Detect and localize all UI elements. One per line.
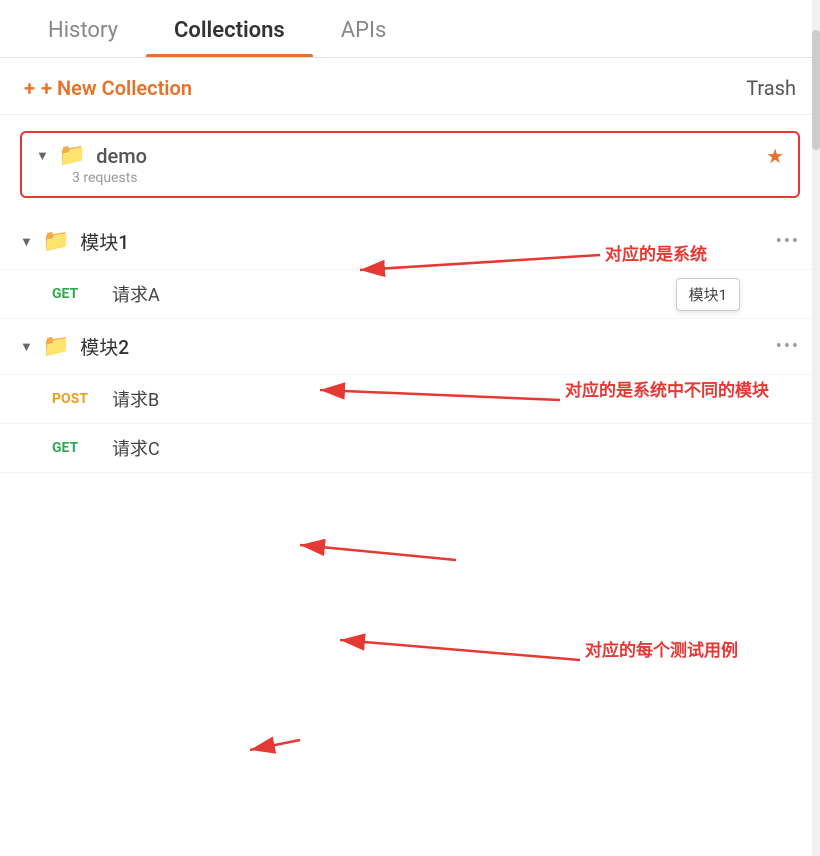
- more-options-icon[interactable]: •••: [776, 336, 800, 357]
- scrollbar[interactable]: [812, 0, 820, 856]
- tab-history-label: History: [48, 18, 118, 43]
- folder-icon: 📁: [43, 229, 70, 254]
- chevron-down-icon: ▼: [36, 148, 49, 164]
- module-2-item: ▼ 📁 模块2 •••: [0, 319, 820, 375]
- module1-tooltip: 模块1: [676, 278, 740, 311]
- tab-collections[interactable]: Collections: [146, 0, 313, 57]
- app-container: History Collections APIs + + New Collect…: [0, 0, 820, 856]
- collections-list: ▼ 📁 demo ★ 3 requests ▼ 📁 模块1 ••• GET 请求…: [0, 131, 820, 473]
- plus-icon: +: [24, 76, 35, 100]
- action-bar: + + New Collection Trash: [0, 58, 820, 115]
- module-2-name: 模块2: [80, 333, 765, 360]
- method-badge-get: GET: [52, 440, 96, 456]
- folder-icon: 📁: [59, 143, 86, 168]
- demo-collection-name: demo: [96, 144, 756, 168]
- star-icon[interactable]: ★: [766, 144, 784, 168]
- tooltip-text: 模块1: [689, 286, 727, 304]
- module-1-header[interactable]: ▼ 📁 模块1 •••: [20, 228, 800, 255]
- scrollbar-thumb[interactable]: [812, 30, 820, 150]
- tab-apis[interactable]: APIs: [313, 0, 415, 57]
- new-collection-button[interactable]: + + New Collection: [24, 76, 192, 100]
- new-collection-label: + New Collection: [41, 76, 192, 100]
- tab-collections-label: Collections: [174, 18, 285, 43]
- tab-bar: History Collections APIs: [0, 0, 820, 58]
- method-badge-get: GET: [52, 286, 96, 302]
- folder-icon: 📁: [43, 334, 70, 359]
- request-a-item[interactable]: GET 请求A 模块1: [0, 270, 820, 319]
- demo-request-count: 3 requests: [72, 170, 784, 186]
- tab-history[interactable]: History: [20, 0, 146, 57]
- method-badge-post: POST: [52, 391, 96, 407]
- trash-button[interactable]: Trash: [746, 76, 796, 100]
- request-b-item[interactable]: POST 请求B: [0, 375, 820, 424]
- module-1-item: ▼ 📁 模块1 •••: [0, 214, 820, 270]
- chevron-down-icon: ▼: [20, 339, 33, 355]
- demo-collection-header: ▼ 📁 demo ★: [36, 143, 784, 168]
- module-2-header[interactable]: ▼ 📁 模块2 •••: [20, 333, 800, 360]
- trash-label: Trash: [746, 76, 796, 100]
- request-c-name: 请求C: [112, 435, 160, 461]
- tab-apis-label: APIs: [341, 18, 387, 43]
- chevron-down-icon: ▼: [20, 234, 33, 250]
- svg-text:对应的每个测试用例: 对应的每个测试用例: [585, 640, 738, 660]
- module-1-name: 模块1: [80, 228, 765, 255]
- request-c-item[interactable]: GET 请求C: [0, 424, 820, 473]
- demo-collection[interactable]: ▼ 📁 demo ★ 3 requests: [20, 131, 800, 198]
- more-options-icon[interactable]: •••: [776, 231, 800, 252]
- request-b-name: 请求B: [112, 386, 159, 412]
- request-a-name: 请求A: [112, 281, 160, 307]
